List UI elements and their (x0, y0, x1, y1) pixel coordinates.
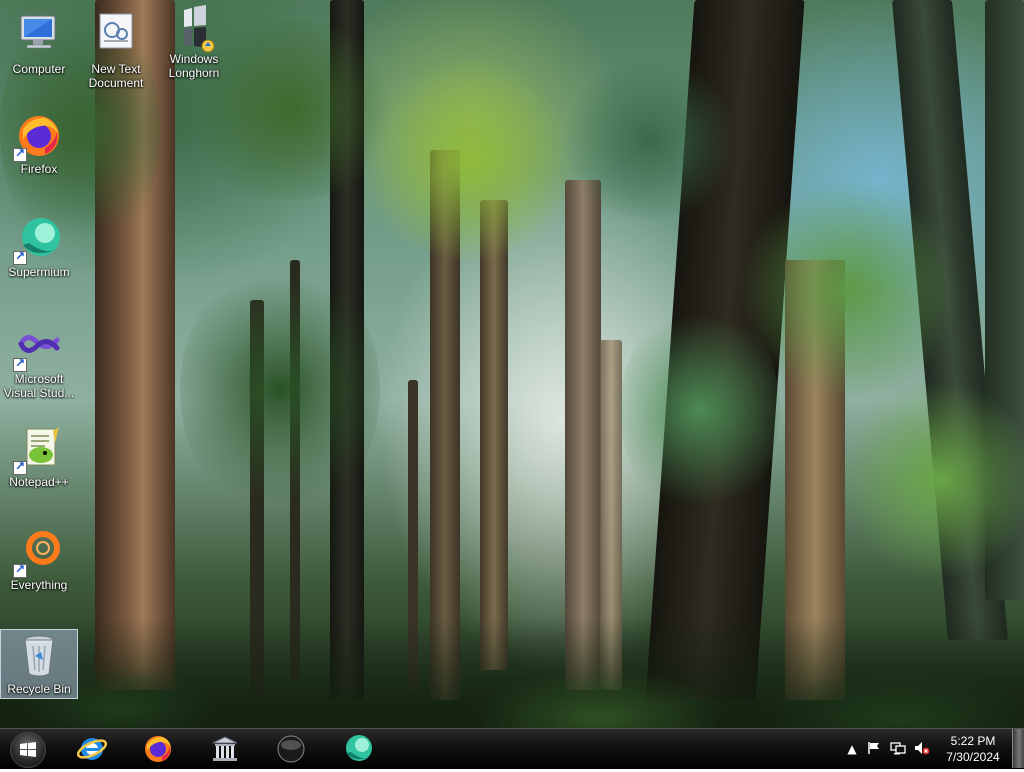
recycle-bin-icon (15, 632, 63, 680)
visual-studio-icon (13, 322, 63, 372)
library-icon (212, 736, 238, 761)
start-orb (10, 732, 46, 768)
shortcut-arrow-icon (13, 562, 27, 578)
firefox-icon (145, 736, 171, 762)
volume-muted-icon[interactable] (914, 741, 930, 757)
desktop-icon-windows-longhorn[interactable]: Windows Longhorn (156, 2, 232, 80)
icon-label: Firefox (20, 162, 58, 176)
network-icon[interactable] (890, 741, 906, 757)
desktop-icon-supermium[interactable]: Supermium (1, 215, 77, 279)
clock-date: 7/30/2024 (946, 750, 1000, 764)
shortcut-arrow-icon (13, 356, 27, 372)
desktop-icon-microsoft-visual-studio[interactable]: Microsoft Visual Stud... (1, 322, 77, 400)
show-hidden-icons-arrow[interactable]: ▲ (844, 741, 860, 757)
text-document-icon (92, 12, 140, 60)
taskbar-supermium[interactable] (330, 731, 386, 767)
icon-label: Everything (10, 578, 68, 592)
desktop-icon-new-text-document[interactable]: New Text Document (78, 12, 154, 90)
icon-label: Windows Longhorn (168, 52, 220, 80)
everything-search-icon (13, 528, 63, 578)
windows-logo-icon (20, 742, 36, 757)
computer-icon (15, 12, 63, 60)
desktop-icon-everything[interactable]: Everything (1, 528, 77, 592)
windows-longhorn-icon (170, 2, 218, 53)
firefox-icon (13, 112, 63, 162)
taskbar-internet-explorer[interactable] (64, 731, 120, 767)
internet-explorer-icon (76, 738, 108, 760)
desktop-icon-recycle-bin[interactable]: Recycle Bin (0, 629, 78, 699)
desktop-icon-computer[interactable]: Computer (1, 12, 77, 76)
action-center-flag-icon[interactable] (866, 741, 882, 757)
desktop-icon-firefox[interactable]: Firefox (1, 112, 77, 176)
icon-label: Supermium (8, 265, 70, 279)
shortcut-arrow-icon (13, 459, 27, 475)
shortcut-arrow-icon (13, 249, 27, 265)
supermium-icon (346, 735, 372, 761)
dark-orb-icon (277, 735, 305, 763)
taskbar-firefox[interactable] (130, 731, 186, 767)
clock-time: 5:22 PM (950, 734, 996, 748)
notepad-plus-plus-icon (13, 425, 63, 475)
taskbar-clock[interactable]: 5:22 PM 7/30/2024 (936, 733, 1010, 765)
icon-label: Recycle Bin (7, 682, 71, 696)
icon-label: Notepad++ (9, 475, 69, 489)
show-desktop-button[interactable] (1012, 729, 1024, 768)
desktop-wallpaper (0, 0, 1024, 728)
desktop-icon-notepad-plus-plus[interactable]: Notepad++ (1, 425, 77, 489)
taskbar: ▲ 5:22 PM 7/30/2024 (0, 728, 1024, 769)
start-button[interactable] (4, 730, 52, 768)
icon-label: Microsoft Visual Stud... (3, 372, 75, 400)
taskbar-library[interactable] (197, 731, 253, 767)
icon-label: New Text Document (88, 62, 144, 90)
taskbar-dark-orb-app[interactable] (263, 731, 319, 767)
supermium-icon (13, 215, 63, 265)
shortcut-arrow-icon (13, 146, 27, 162)
icon-label: Computer (12, 62, 66, 76)
